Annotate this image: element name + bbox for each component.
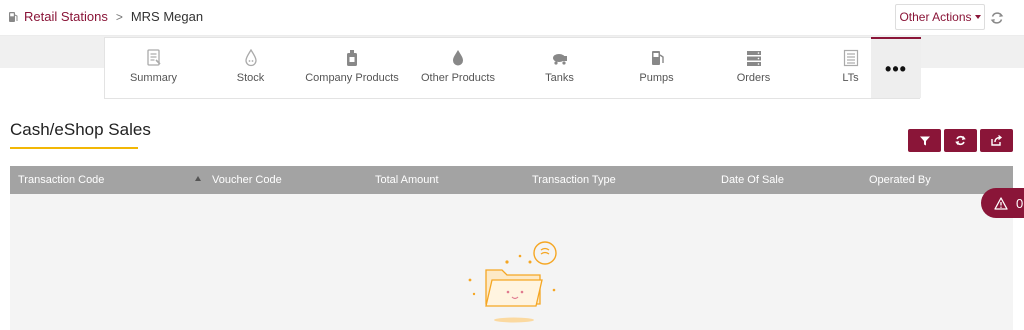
filter-button[interactable] (908, 129, 941, 152)
tab-strip: Summary Stock Company Products Other Pro… (104, 37, 921, 99)
tab-label: Company Products (305, 72, 399, 84)
tab-label: Orders (736, 72, 771, 84)
column-header-transaction-code[interactable]: Transaction Code (18, 174, 104, 186)
refresh-table-button[interactable] (944, 129, 977, 152)
lts-list-icon (843, 49, 858, 67)
refresh-icon[interactable] (988, 9, 1006, 27)
top-bar: Retail Stations > MRS Megan Other Action… (0, 0, 1024, 36)
column-header-voucher-code[interactable]: Voucher Code (212, 174, 282, 186)
other-actions-label: Other Actions (899, 10, 972, 24)
breadcrumb: Retail Stations > MRS Megan (8, 9, 203, 24)
empty-folder-illustration (468, 241, 557, 323)
breadcrumb-current: MRS Megan (130, 9, 204, 24)
section-title: Cash/eShop Sales (10, 120, 151, 139)
breadcrumb-separator: > (115, 9, 123, 24)
alerts-count: 0 (1016, 195, 1024, 211)
warning-icon (994, 196, 1008, 210)
column-header-transaction-type[interactable]: Transaction Type (532, 174, 616, 186)
stock-drop-icon (244, 49, 257, 67)
filter-icon (919, 136, 930, 145)
fuel-pump-icon (651, 51, 664, 65)
column-header-date-of-sale[interactable]: Date Of Sale (721, 174, 784, 186)
orders-server-icon (746, 51, 761, 66)
tab-label: Tanks (545, 72, 574, 84)
tab-label: Stock (236, 72, 265, 84)
fuel-station-icon (9, 11, 18, 22)
sort-up-icon[interactable] (195, 176, 201, 181)
column-header-total-amount[interactable]: Total Amount (375, 174, 439, 186)
refresh-icon (955, 135, 966, 146)
export-icon (991, 134, 1003, 146)
title-underline (10, 147, 138, 149)
other-actions-dropdown[interactable]: Other Actions (895, 4, 985, 30)
tab-label: Pumps (639, 72, 674, 84)
more-dots-icon: ••• (885, 58, 907, 79)
tab-company-products[interactable]: Company Products (299, 38, 405, 98)
summary-doc-icon (146, 49, 161, 66)
table-header: Transaction Code Voucher Code Total Amou… (10, 166, 1013, 194)
tank-truck-icon (552, 54, 567, 65)
alerts-badge[interactable]: 0 (981, 188, 1024, 218)
tab-orders[interactable]: Orders (705, 38, 802, 98)
tab-stock[interactable]: Stock (202, 38, 299, 98)
tab-tanks[interactable]: Tanks (511, 38, 608, 98)
caret-down-icon (974, 15, 981, 19)
tab-label: Other Products (421, 72, 495, 84)
breadcrumb-link-retail-stations[interactable]: Retail Stations (24, 9, 108, 24)
column-header-operated-by[interactable]: Operated By (869, 174, 931, 186)
company-products-bottle-icon (347, 50, 357, 66)
tab-label: Summary (129, 72, 178, 84)
other-products-drop-icon (453, 50, 463, 66)
export-button[interactable] (980, 129, 1013, 152)
tab-label: LTs (842, 72, 859, 84)
tab-more-button[interactable]: ••• (871, 37, 921, 98)
tab-other-products[interactable]: Other Products (405, 38, 511, 98)
tab-pumps[interactable]: Pumps (608, 38, 705, 98)
tab-summary[interactable]: Summary (105, 38, 202, 98)
